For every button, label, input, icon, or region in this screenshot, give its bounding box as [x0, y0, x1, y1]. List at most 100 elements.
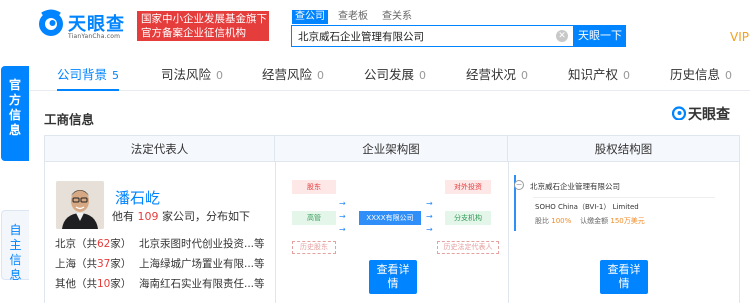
list-item[interactable]: 其他（共10家） 海南红石实业有限责任...等: [55, 276, 270, 292]
arrow-right-icon: →: [339, 199, 346, 208]
tab-count: 0: [521, 69, 529, 82]
list-item[interactable]: 上海（共37家） 上海绿城广场置业有限...等: [55, 256, 270, 272]
tab-label: 历史信息: [670, 67, 721, 82]
slogan-banner: 国家中小企业发展基金旗下 官方备案企业征信机构: [137, 11, 269, 41]
org-node-history-legal: 历史法定代表人: [437, 241, 499, 254]
column-divider: [275, 162, 276, 303]
org-node-investment: 对外投资: [445, 180, 491, 194]
section-nav: 公司背景 5 司法风险 0 经营风险 0 公司发展 0 经营状况 0 知识产权 0 历史信息…: [30, 58, 750, 91]
clear-icon[interactable]: ✕: [556, 30, 568, 42]
region-company[interactable]: 上海绿城广场置业有限...等: [139, 256, 265, 272]
slogan-line-2: 官方备案企业征信机构: [141, 27, 246, 39]
org-node-history-shareholder: 历史股东: [292, 241, 336, 254]
search-tab-relation[interactable]: 查关系: [382, 10, 412, 24]
slogan-line-1: 国家中小企业发展基金旗下: [141, 13, 267, 25]
region-label: 其他（共10家）: [55, 276, 131, 292]
org-node-company: XXXX有限公司: [359, 211, 421, 225]
avatar[interactable]: [56, 181, 104, 229]
tab-history[interactable]: 历史信息 0: [670, 58, 732, 91]
view-org-chart-button[interactable]: 查看详 情: [369, 260, 417, 294]
side-tabs: 官方信息 自主信息: [0, 58, 30, 303]
org-node-executive: 高管: [292, 211, 336, 225]
tab-label: 司法风险: [161, 67, 212, 82]
header-equity-chart: 股权结构图: [508, 136, 739, 162]
equity-root-company: 北京威石企业管理有限公司: [530, 182, 620, 191]
button-label-line-1: 查看详: [607, 263, 641, 276]
tab-count: 0: [623, 69, 631, 82]
tab-count: 0: [419, 69, 427, 82]
region-label: 上海（共37家）: [55, 256, 131, 272]
minus-circle-icon[interactable]: −: [514, 180, 524, 190]
org-node-shareholder: 股东: [292, 180, 336, 194]
view-equity-chart-button[interactable]: 查看详 情: [600, 260, 648, 294]
tab-count: 0: [317, 69, 325, 82]
tab-business-risk[interactable]: 经营风险 0: [262, 58, 324, 91]
business-info-table: 法定代表人 企业架构图 股权结构图 潘石屹 他有 109 家公司，分布如下 北京…: [44, 135, 740, 303]
tianyancha-logo-icon: [672, 106, 686, 120]
side-tab-official-label: 官方信息: [8, 78, 21, 137]
tab-count: 0: [725, 69, 733, 82]
tianyancha-logo-icon: [39, 9, 63, 36]
tab-operation[interactable]: 经营状况 0: [466, 58, 528, 91]
region-count: 37: [97, 258, 111, 270]
logo-subtitle: TianYanCha.com: [68, 33, 121, 40]
tab-label: 经营风险: [262, 67, 313, 82]
region-unit: 家）: [110, 238, 132, 250]
column-divider: [508, 162, 509, 303]
region-city: 其他（共: [55, 278, 97, 290]
desc-prefix: 他有: [112, 210, 134, 223]
region-count: 62: [97, 238, 111, 250]
ratio-value: 100%: [551, 217, 572, 225]
search-button[interactable]: 天眼一下: [574, 25, 626, 47]
header-org-chart: 企业架构图: [275, 136, 508, 162]
equity-child-meta: 股比 100% 认缴金额 150万美元: [535, 216, 645, 226]
equity-chart: − 北京威石企业管理有限公司 SOHO China（BVI-1） Limited…: [514, 175, 734, 231]
org-node-branch: 分支机构: [445, 211, 491, 225]
search-input[interactable]: [298, 29, 548, 44]
arrow-right-icon: →: [426, 199, 433, 208]
legal-rep-desc: 他有 109 家公司，分布如下: [112, 208, 250, 224]
region-company[interactable]: 北京汞图时代创业投资...等: [139, 236, 265, 252]
section-title: 工商信息: [44, 112, 95, 127]
legal-rep-name[interactable]: 潘石屹: [115, 187, 160, 208]
tab-label: 知识产权: [568, 67, 619, 82]
arrow-right-icon: →: [339, 225, 346, 234]
tab-ip[interactable]: 知识产权 0: [568, 58, 630, 91]
top-header: 天眼查 TianYanCha.com 国家中小企业发展基金旗下 官方备案企业征信…: [0, 0, 750, 50]
button-label-line-2: 情: [618, 277, 630, 290]
tianyancha-logo[interactable]: 天眼查 TianYanCha.com: [36, 8, 131, 44]
tab-label: 经营状况: [466, 67, 517, 82]
desc-suffix: 家公司，分布如下: [162, 210, 250, 223]
equity-child-company: SOHO China（BVI-1） Limited: [535, 203, 639, 211]
tab-label: 公司背景: [57, 67, 108, 82]
ratio-label: 股比: [535, 217, 549, 225]
region-label: 北京（共62家）: [55, 236, 131, 252]
arrow-right-icon: →: [426, 225, 433, 234]
tab-count: 5: [112, 69, 120, 82]
arrow-right-icon: →: [339, 212, 346, 221]
tab-legal-risk[interactable]: 司法风险 0: [161, 58, 223, 91]
button-label-line-1: 查看详: [376, 263, 410, 276]
side-tab-self-label: 自主信息: [9, 223, 22, 282]
amount-value: 150万美元: [610, 217, 645, 225]
region-company[interactable]: 海南红石实业有限责任...等: [139, 276, 265, 292]
avatar-photo: [56, 181, 104, 229]
side-tab-self[interactable]: 自主信息: [1, 210, 29, 282]
search-tab-company[interactable]: 查公司: [292, 10, 328, 24]
tab-label: 公司发展: [364, 67, 415, 82]
header-legal-rep: 法定代表人: [45, 136, 275, 162]
region-city: 上海（共: [55, 258, 97, 270]
tab-company-background[interactable]: 公司背景 5: [57, 58, 120, 91]
region-count: 10: [97, 278, 111, 290]
side-tab-official[interactable]: 官方信息: [1, 66, 29, 161]
search-tab-boss[interactable]: 查老板: [338, 10, 368, 24]
vip-link[interactable]: VIP会: [730, 28, 750, 45]
tab-development[interactable]: 公司发展 0: [364, 58, 426, 91]
list-item[interactable]: 北京（共62家） 北京汞图时代创业投资...等: [55, 236, 270, 252]
amount-label: 认缴金额: [580, 217, 609, 225]
company-count[interactable]: 109: [138, 210, 159, 223]
equity-child: SOHO China（BVI-1） Limited 股比 100% 认缴金额 1…: [533, 197, 715, 227]
region-unit: 家）: [110, 278, 132, 290]
watermark-text: 天眼查: [688, 107, 730, 123]
tab-count: 0: [216, 69, 224, 82]
